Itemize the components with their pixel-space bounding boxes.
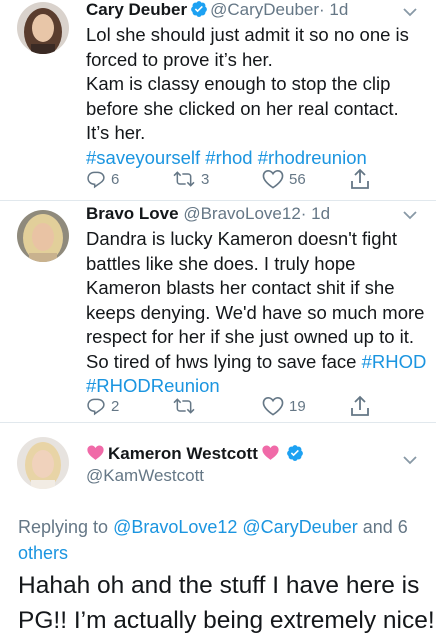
like-count: 19 [289, 397, 306, 415]
replying-and: and 6 [357, 517, 408, 537]
tweet-header: Cary Deuber @CaryDeuber· 1d [86, 0, 348, 24]
tweet-header: Bravo Love @BravoLove12· 1d [86, 203, 330, 225]
chevron-down-icon[interactable] [400, 205, 420, 225]
reply-count: 6 [111, 170, 120, 188]
focused-tweet-text: Hahah oh and the stuff I have here is PG… [18, 568, 436, 638]
reply-button[interactable]: 2 [86, 394, 119, 418]
reply-count: 2 [111, 397, 120, 415]
text-line: Lol she should just admit it so no one i… [86, 24, 409, 45]
share-button[interactable] [350, 394, 370, 418]
pink-heart-icon [261, 444, 280, 467]
text-line: Kameron blasts her contact shit if she [86, 277, 395, 298]
chevron-down-icon[interactable] [400, 450, 420, 470]
tweet-time: · 1d [319, 0, 349, 19]
avatar[interactable] [17, 210, 69, 262]
author-name[interactable]: Bravo Love [86, 204, 179, 223]
like-button[interactable]: 19 [262, 394, 306, 418]
hashtag-rhod[interactable]: #RHOD [362, 351, 427, 372]
text-line: forced to prove it’s her. [86, 48, 273, 70]
text-line: before she clicked on her real contact. [86, 97, 399, 119]
replying-to: Replying to @BravoLove12 @CaryDeuber and… [18, 514, 428, 566]
like-icon [262, 169, 284, 189]
tweet-actions: 6 3 56 [86, 167, 386, 191]
author-handle[interactable]: @BravoLove12 [183, 204, 300, 223]
avatar[interactable] [17, 2, 69, 54]
text-line: It’s her. [86, 122, 146, 143]
text-line: battles like she does. I truly hope [86, 252, 356, 274]
focused-handle-row: @KamWestcott [86, 465, 204, 487]
author-name[interactable]: Kameron Westcott [108, 444, 258, 463]
share-icon [351, 168, 369, 189]
reply-others-link[interactable]: others [18, 543, 68, 563]
verified-icon [286, 444, 304, 468]
retweet-icon [173, 171, 195, 187]
reply-icon [87, 171, 105, 189]
tweet-bravo-love[interactable]: Bravo Love @BravoLove12· 1d Dandra is lu… [0, 201, 436, 422]
text-line: Dandra is lucky Kameron doesn't fight [86, 228, 397, 249]
retweet-button[interactable]: 3 [172, 167, 209, 191]
like-button[interactable]: 56 [262, 167, 306, 191]
reply-icon [87, 398, 105, 416]
share-button[interactable] [350, 167, 370, 191]
tweet-text: Dandra is lucky Kameron doesn't fight ba… [86, 227, 426, 399]
tweet-time: · 1d [300, 204, 331, 223]
tweet-cary-deuber[interactable]: Cary Deuber @CaryDeuber· 1d Lol she shoul… [0, 0, 436, 200]
tweet-actions: 2 19 [86, 394, 386, 418]
text-line: keeps denying. We'd have so much more [86, 301, 425, 323]
retweet-button[interactable] [172, 394, 201, 418]
text-line: So tired of hws lying to save face #RHOD [86, 350, 426, 375]
replying-prefix: Replying to [18, 517, 114, 537]
avatar[interactable] [17, 437, 69, 489]
reply-mentions[interactable]: @BravoLove12 @CaryDeuber [113, 517, 358, 537]
author-name[interactable]: Cary Deuber [86, 0, 187, 19]
text-line: respect for her if she just owned up to … [86, 326, 415, 347]
text-line: Hahah oh and the stuff I have here is [18, 572, 420, 599]
author-handle[interactable]: @KamWestcott [86, 466, 204, 485]
retweet-count: 3 [201, 170, 210, 188]
like-count: 56 [289, 170, 306, 188]
share-icon [351, 395, 369, 416]
verified-icon [190, 0, 208, 24]
like-icon [262, 396, 284, 416]
chevron-down-icon[interactable] [400, 2, 420, 22]
retweet-icon [173, 398, 195, 414]
text-line: PG!! I’m actually being extremely nice!! [18, 607, 436, 634]
reply-button[interactable]: 6 [86, 167, 119, 191]
tweet-text: Lol she should just admit it so no one i… [86, 23, 426, 170]
text-segment: So tired of hws lying to save face [86, 350, 362, 372]
pink-heart-icon [86, 444, 105, 467]
author-handle[interactable]: @CaryDeuber [210, 0, 319, 19]
text-line: Kam is classy enough to stop the clip [86, 73, 391, 94]
